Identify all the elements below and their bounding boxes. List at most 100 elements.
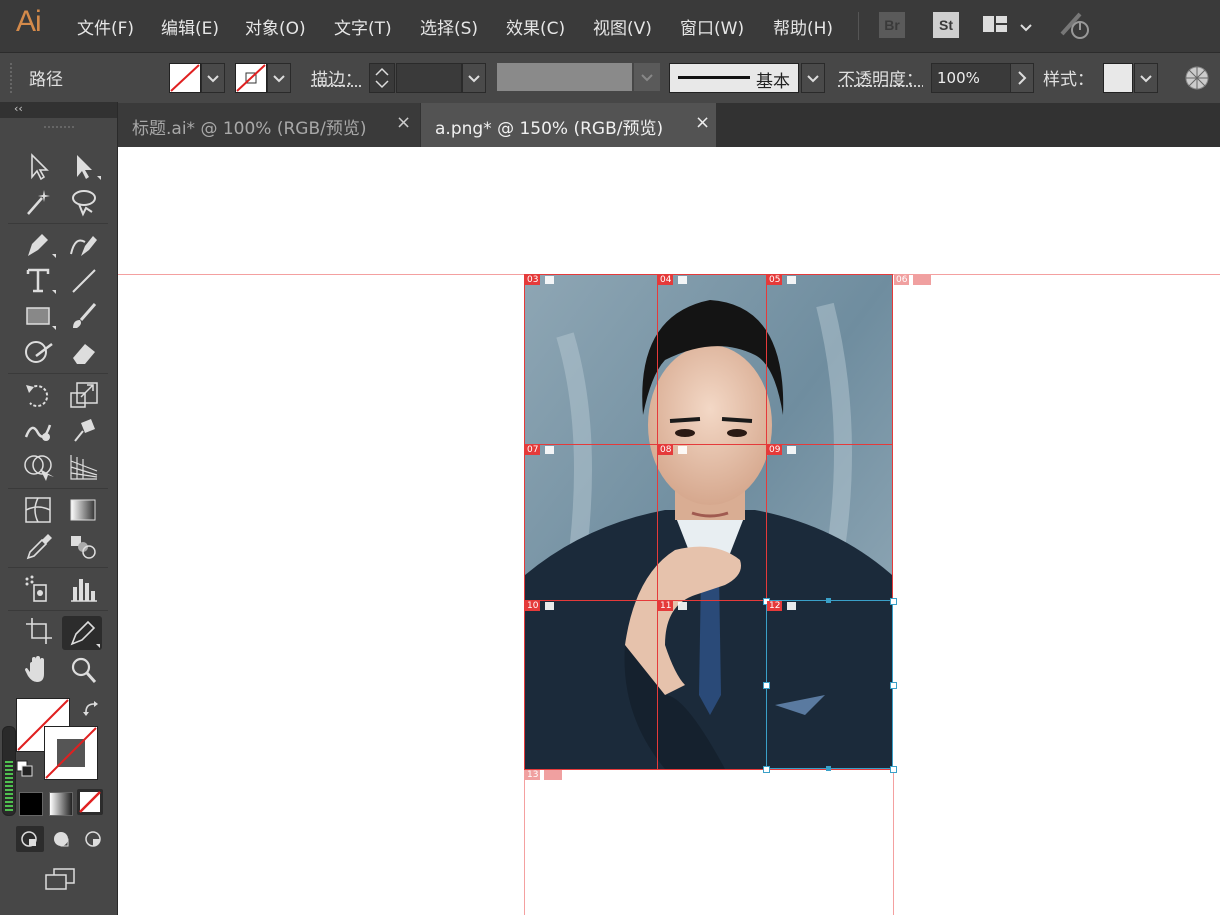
artboard-tool-icon[interactable] bbox=[22, 616, 56, 648]
selection-handle[interactable] bbox=[826, 598, 831, 603]
slice-label-09[interactable]: 09 bbox=[767, 445, 783, 455]
bridge-icon[interactable]: Br bbox=[879, 12, 905, 38]
selection-handle[interactable] bbox=[763, 766, 770, 773]
rotate-tool-icon[interactable] bbox=[22, 379, 56, 411]
type-tool-icon[interactable] bbox=[22, 264, 56, 296]
selected-slice-bounds[interactable] bbox=[766, 600, 893, 769]
stroke-swatch[interactable] bbox=[235, 63, 267, 93]
variable-width-profile[interactable] bbox=[497, 63, 632, 91]
pen-tool-icon[interactable] bbox=[22, 228, 56, 260]
eraser-tool-icon[interactable] bbox=[67, 336, 101, 368]
slice-label-10[interactable]: 10 bbox=[525, 601, 541, 611]
menu-type[interactable]: 文字(T) bbox=[334, 14, 392, 39]
column-graph-tool-icon[interactable] bbox=[67, 573, 101, 605]
draw-inside-icon[interactable] bbox=[80, 826, 108, 852]
screen-mode-icon[interactable] bbox=[42, 866, 78, 894]
slice-guide-vertical-left bbox=[524, 769, 525, 915]
stroke-color-box[interactable] bbox=[44, 726, 98, 780]
rectangle-tool-icon[interactable] bbox=[22, 300, 56, 332]
paintbrush-tool-icon[interactable] bbox=[67, 300, 101, 332]
selection-handle[interactable] bbox=[890, 682, 897, 689]
tab-close-icon[interactable]: × bbox=[396, 112, 411, 133]
tab-title-ai[interactable]: 标题.ai* @ 100% (RGB/预览) × bbox=[118, 103, 420, 147]
menu-select[interactable]: 选择(S) bbox=[420, 14, 478, 39]
slice-label-06[interactable]: 06 bbox=[894, 275, 910, 285]
selection-tool-icon[interactable] bbox=[22, 150, 56, 182]
chevron-down-icon[interactable] bbox=[1019, 18, 1033, 32]
slice-label-04[interactable]: 04 bbox=[658, 275, 674, 285]
menu-object[interactable]: 对象(O) bbox=[245, 14, 306, 39]
menu-edit[interactable]: 编辑(E) bbox=[161, 14, 219, 39]
stock-icon[interactable]: St bbox=[933, 12, 959, 38]
menu-window[interactable]: 窗口(W) bbox=[680, 14, 744, 39]
scale-tool-icon[interactable] bbox=[67, 379, 101, 411]
lasso-tool-icon[interactable] bbox=[67, 186, 101, 218]
brush-definition[interactable]: 基本 bbox=[669, 63, 799, 93]
artboard-canvas[interactable]: 03 04 05 06 07 08 09 10 11 12 13 bbox=[118, 147, 1220, 915]
menu-effect[interactable]: 效果(C) bbox=[506, 14, 565, 39]
menu-view[interactable]: 视图(V) bbox=[593, 14, 652, 39]
shape-builder-tool-icon[interactable] bbox=[22, 451, 56, 483]
curvature-tool-icon[interactable] bbox=[67, 228, 101, 260]
opacity-label[interactable]: 不透明度： bbox=[838, 65, 923, 90]
selection-handle[interactable] bbox=[890, 766, 897, 773]
menu-file[interactable]: 文件(F) bbox=[77, 14, 134, 39]
graphic-style-swatch[interactable] bbox=[1103, 63, 1133, 93]
variable-width-dropdown[interactable] bbox=[634, 63, 660, 91]
stroke-label[interactable]: 描边： bbox=[311, 65, 362, 90]
brush-dropdown[interactable] bbox=[801, 63, 825, 93]
zoom-slider[interactable] bbox=[2, 726, 16, 816]
fill-swatch[interactable] bbox=[169, 63, 201, 93]
hand-tool-icon[interactable] bbox=[22, 654, 56, 686]
collapse-icon[interactable]: ‹‹ bbox=[14, 102, 23, 115]
menu-help[interactable]: 帮助(H) bbox=[773, 14, 833, 39]
symbol-sprayer-tool-icon[interactable] bbox=[22, 573, 56, 605]
control-bar-grip[interactable] bbox=[10, 63, 16, 93]
gradient-mode-button[interactable] bbox=[49, 792, 73, 816]
slice-pen-tool-active-icon[interactable] bbox=[62, 616, 102, 650]
sync-power-icon[interactable] bbox=[1058, 10, 1092, 40]
none-mode-button[interactable] bbox=[77, 789, 103, 815]
puppet-warp-tool-icon[interactable] bbox=[67, 415, 101, 447]
swap-fill-stroke-icon[interactable] bbox=[82, 700, 100, 718]
slice-label-11[interactable]: 11 bbox=[658, 601, 674, 611]
slice-label-08[interactable]: 08 bbox=[658, 445, 674, 455]
tool-divider bbox=[8, 488, 108, 489]
stroke-weight-input[interactable] bbox=[396, 63, 462, 93]
slice-label-13[interactable]: 13 bbox=[525, 770, 541, 780]
magic-wand-tool-icon[interactable] bbox=[22, 186, 56, 218]
direct-selection-tool-icon[interactable] bbox=[67, 150, 101, 182]
style-dropdown[interactable] bbox=[1134, 63, 1158, 93]
mesh-tool-icon[interactable] bbox=[22, 494, 56, 526]
stroke-dropdown[interactable] bbox=[267, 63, 291, 93]
stroke-weight-stepper[interactable] bbox=[369, 63, 395, 93]
tab-close-icon[interactable]: × bbox=[695, 112, 710, 133]
recolor-artwork-icon[interactable] bbox=[1184, 65, 1210, 91]
opacity-expand-button[interactable] bbox=[1010, 63, 1034, 93]
tab-a-png[interactable]: a.png* @ 150% (RGB/预览) × bbox=[421, 103, 716, 147]
slice-label-07[interactable]: 07 bbox=[525, 445, 541, 455]
color-mode-button[interactable] bbox=[19, 792, 43, 816]
warp-tool-icon[interactable] bbox=[22, 415, 56, 447]
draw-normal-icon[interactable] bbox=[16, 826, 44, 852]
selection-handle[interactable] bbox=[763, 682, 770, 689]
selection-handle[interactable] bbox=[826, 766, 831, 771]
slice-label-03[interactable]: 03 bbox=[525, 275, 541, 285]
draw-behind-icon[interactable] bbox=[48, 826, 76, 852]
workspace-switcher-icon[interactable] bbox=[982, 14, 1010, 36]
selection-handle[interactable] bbox=[890, 598, 897, 605]
stroke-weight-dropdown[interactable] bbox=[462, 63, 486, 93]
blend-tool-icon[interactable] bbox=[67, 530, 101, 562]
fill-dropdown[interactable] bbox=[201, 63, 225, 93]
zoom-tool-icon[interactable] bbox=[67, 654, 101, 686]
tools-grip[interactable] bbox=[44, 126, 74, 132]
line-segment-tool-icon[interactable] bbox=[67, 264, 101, 296]
eyedropper-tool-icon[interactable] bbox=[22, 530, 56, 562]
default-fill-stroke-icon[interactable] bbox=[16, 760, 34, 778]
slice-label-12[interactable]: 12 bbox=[767, 601, 783, 611]
perspective-grid-tool-icon[interactable] bbox=[67, 451, 101, 483]
opacity-input[interactable]: 100% bbox=[931, 63, 1012, 93]
gradient-tool-icon[interactable] bbox=[67, 494, 101, 526]
slice-label-05[interactable]: 05 bbox=[767, 275, 783, 285]
shaper-tool-icon[interactable] bbox=[22, 336, 56, 368]
